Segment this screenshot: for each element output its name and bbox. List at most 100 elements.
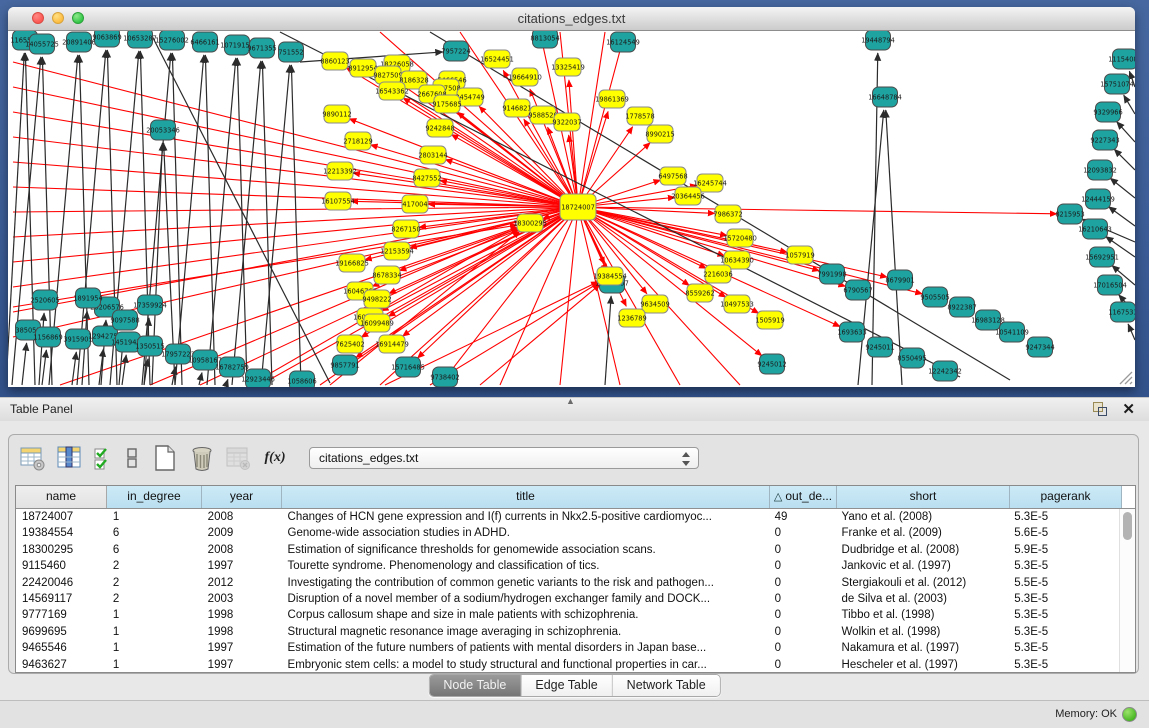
network-node-selected[interactable]: 19166825 [335, 254, 369, 272]
table-settings-icon[interactable] [17, 442, 49, 474]
network-node[interactable]: 1693633 [837, 322, 866, 342]
network-node[interactable]: 2520605 [30, 290, 59, 310]
close-panel-icon[interactable]: ✕ [1122, 400, 1135, 418]
network-node[interactable]: 1058606 [287, 371, 316, 387]
network-node[interactable]: 9505505 [920, 287, 949, 307]
network-node-selected[interactable]: 9146821 [502, 99, 531, 117]
network-node-selected[interactable]: 1057919 [785, 246, 814, 264]
network-node[interactable]: 751552 [278, 42, 303, 62]
float-panel-icon[interactable] [1093, 402, 1107, 416]
network-node[interactable]: 8215953 [1055, 204, 1084, 224]
network-node[interactable]: 1156869 [33, 327, 62, 347]
network-node[interactable]: 9738402 [430, 367, 459, 387]
table-row[interactable]: 1830029562008Estimation of significance … [16, 542, 1120, 558]
tab-node-table[interactable]: Node Table [429, 675, 521, 696]
network-node[interactable]: 10653287 [123, 31, 157, 48]
network-node[interactable]: 12923446 [241, 369, 275, 387]
scrollbar-thumb[interactable] [1123, 512, 1132, 540]
column-header-year[interactable]: year [202, 486, 282, 508]
network-node-selected[interactable]: 8427552 [412, 169, 441, 187]
network-node[interactable]: 6790567 [843, 280, 872, 300]
network-node[interactable]: 17016504 [1093, 275, 1127, 295]
column-header-out-de-[interactable]: △out_de... [770, 486, 837, 508]
delete-trash-icon[interactable] [186, 442, 218, 474]
table-row[interactable]: 946554611997Estimation of the future num… [16, 640, 1120, 656]
table-row[interactable]: 1456911722003Disruption of a novel membe… [16, 591, 1120, 607]
show-column-icon[interactable] [54, 442, 86, 474]
network-node-selected[interactable]: 9498222 [362, 290, 391, 308]
table-panel-titlebar[interactable]: ▲ Table Panel ✕ [0, 397, 1149, 422]
network-node-selected[interactable]: 19664910 [508, 68, 542, 86]
network-node-selected[interactable]: 20364456 [671, 187, 705, 205]
network-node[interactable]: 1891954 [73, 288, 102, 308]
table-row[interactable]: 969969511998Structural magnetic resonanc… [16, 624, 1120, 640]
window-titlebar[interactable]: citations_edges.txt [8, 7, 1135, 31]
network-node[interactable]: 15751074 [1100, 74, 1134, 94]
column-header-title[interactable]: title [282, 486, 770, 508]
network-graph[interactable]: 1165505140557252089140690638691065328715… [8, 31, 1135, 387]
network-node[interactable]: 16782759 [215, 357, 249, 377]
network-node[interactable]: 14055725 [25, 34, 59, 54]
network-node[interactable]: 9097588 [110, 310, 139, 330]
table-row[interactable]: 2242004622012Investigating the contribut… [16, 575, 1120, 591]
network-node-selected[interactable]: 8990215 [645, 125, 674, 143]
new-document-icon[interactable] [149, 442, 181, 474]
network-node[interactable]: 20891406 [62, 32, 96, 52]
table-select-dropdown[interactable]: citations_edges.txt [309, 447, 699, 469]
network-node[interactable]: 15716485 [391, 357, 425, 377]
network-node-selected[interactable]: 9634509 [640, 295, 669, 313]
tab-network-table[interactable]: Network Table [613, 675, 720, 696]
network-node[interactable]: 7991998 [817, 264, 846, 284]
network-node-selected[interactable]: 417004 [402, 195, 428, 213]
network-node-selected[interactable]: 8267150 [391, 220, 420, 238]
network-node-selected[interactable]: 15720480 [723, 229, 757, 247]
network-node[interactable]: 15692951 [1085, 247, 1119, 267]
network-node-selected[interactable]: 18724007 [560, 194, 596, 220]
table-row[interactable]: 1938455462009Genome-wide association stu… [16, 525, 1120, 541]
network-node-selected[interactable]: 9175685 [432, 95, 461, 113]
function-builder-icon[interactable]: f(x) [260, 450, 290, 466]
column-header-in-degree[interactable]: in_degree [107, 486, 202, 508]
resize-grip-icon[interactable] [1117, 369, 1133, 385]
network-node-selected[interactable]: 2718129 [343, 132, 372, 150]
network-node[interactable]: 9063869 [92, 31, 121, 47]
splitter-handle-icon[interactable]: ▲ [566, 396, 575, 406]
network-node[interactable]: 16210643 [1078, 219, 1112, 239]
network-node[interactable]: 16648784 [868, 87, 902, 107]
network-node[interactable]: 9245011 [865, 337, 894, 357]
network-node[interactable]: 9247344 [1025, 337, 1054, 357]
network-node[interactable]: 9329966 [1093, 102, 1122, 122]
network-node-selected[interactable]: 2803144 [418, 146, 447, 164]
network-node-selected[interactable]: 9322037 [552, 113, 581, 131]
network-node-selected[interactable]: 16107554 [321, 192, 355, 210]
network-node-selected[interactable]: 7625402 [335, 335, 364, 353]
network-node-selected[interactable]: 16524451 [480, 50, 514, 68]
column-header-name[interactable]: name [16, 486, 107, 508]
network-node[interactable]: 7957224 [441, 41, 470, 61]
network-node[interactable]: 8813054 [530, 31, 559, 48]
network-node[interactable]: 15276002 [155, 31, 189, 50]
network-node[interactable]: 19448794 [861, 31, 895, 50]
network-node-selected[interactable]: 16543362 [375, 82, 409, 100]
network-node-selected[interactable]: 16914479 [375, 335, 409, 353]
network-node-selected[interactable]: 2216036 [703, 265, 732, 283]
network-node-selected[interactable]: 9827509 [373, 66, 402, 84]
network-node-selected[interactable]: 18300295 [513, 214, 547, 232]
network-node-selected[interactable]: 7986372 [713, 205, 742, 223]
network-node[interactable]: 8922387 [947, 297, 976, 317]
network-node[interactable]: 10541109 [995, 322, 1029, 342]
table-row[interactable]: 977716911998Corpus callosum shape and si… [16, 607, 1120, 623]
network-node[interactable]: 8550495 [897, 348, 926, 368]
column-header-pagerank[interactable]: pagerank [1010, 486, 1122, 508]
network-node-selected[interactable]: 1778578 [625, 107, 654, 125]
unselect-rows-icon[interactable] [120, 442, 144, 474]
network-node[interactable]: 12093832 [1083, 160, 1117, 180]
network-node[interactable]: 9227343 [1090, 130, 1119, 150]
tab-edge-table[interactable]: Edge Table [521, 675, 612, 696]
network-node[interactable]: 17359924 [133, 295, 167, 315]
network-node[interactable]: 11154086 [1108, 49, 1135, 69]
network-node-selected[interactable]: 6497568 [658, 167, 687, 185]
column-header-short[interactable]: short [837, 486, 1010, 508]
network-node[interactable]: 12444159 [1081, 189, 1115, 209]
table-row[interactable]: 911546021997Tourette syndrome. Phenomeno… [16, 558, 1120, 574]
